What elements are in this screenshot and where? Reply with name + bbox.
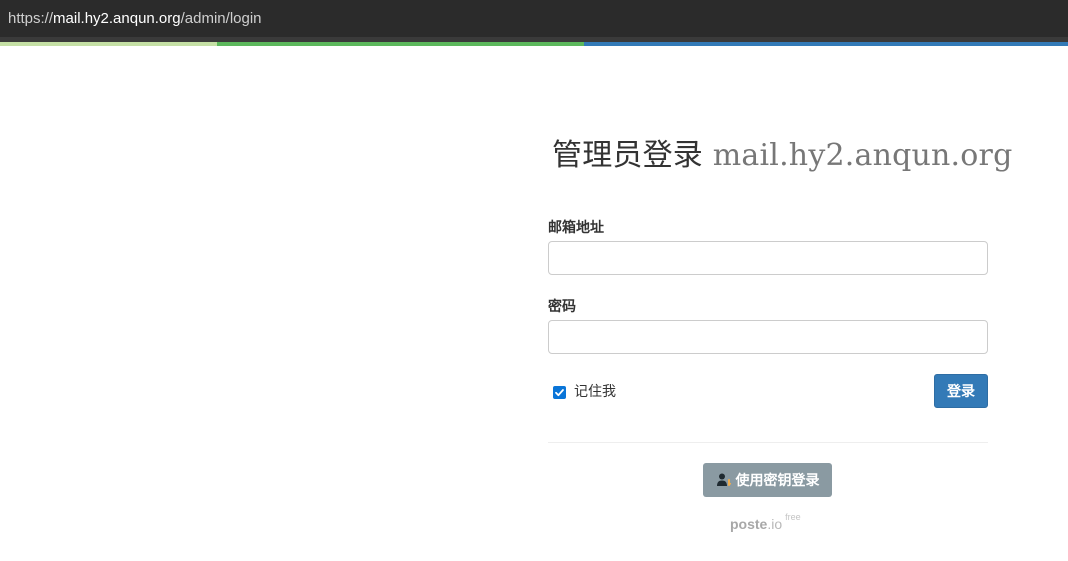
- password-field[interactable]: [548, 320, 988, 354]
- email-label: 邮箱地址: [548, 219, 604, 235]
- key-login-label: 使用密钥登录: [735, 472, 820, 488]
- stripe-segment-light-green: [0, 42, 217, 46]
- stripe-segment-blue: [584, 42, 1068, 46]
- checkmark-icon: [555, 389, 564, 397]
- brand-name: poste: [730, 516, 768, 532]
- page-title-host: mail.hy2.anqun.org: [712, 138, 1013, 173]
- brand-tld: .io: [767, 516, 783, 532]
- remember-me: 记住我: [553, 381, 616, 401]
- stripe-segment-green: [217, 42, 584, 46]
- page-title-text: 管理员登录: [552, 138, 703, 173]
- edition-badge: free: [785, 512, 801, 522]
- url-scheme: https://: [8, 10, 54, 27]
- remember-checkbox[interactable]: [553, 386, 566, 399]
- address-bar[interactable]: https://mail.hy2.anqun.org/admin/login: [0, 0, 1068, 37]
- key-login-button[interactable]: 使用密钥登录: [703, 463, 832, 497]
- divider: [548, 442, 988, 443]
- page-title: 管理员登录 mail.hy2.anqun.org: [552, 130, 1012, 174]
- header-stripe: [0, 42, 1068, 46]
- email-field[interactable]: [548, 241, 988, 275]
- brand-footer: poste.io free: [730, 512, 801, 532]
- user-key-icon: [716, 472, 732, 488]
- password-label: 密码: [548, 298, 576, 314]
- remember-label: 记住我: [574, 383, 616, 399]
- url-path: /admin/login: [180, 10, 262, 27]
- url-host: mail.hy2.anqun.org: [53, 10, 181, 27]
- login-button[interactable]: 登录: [934, 374, 988, 408]
